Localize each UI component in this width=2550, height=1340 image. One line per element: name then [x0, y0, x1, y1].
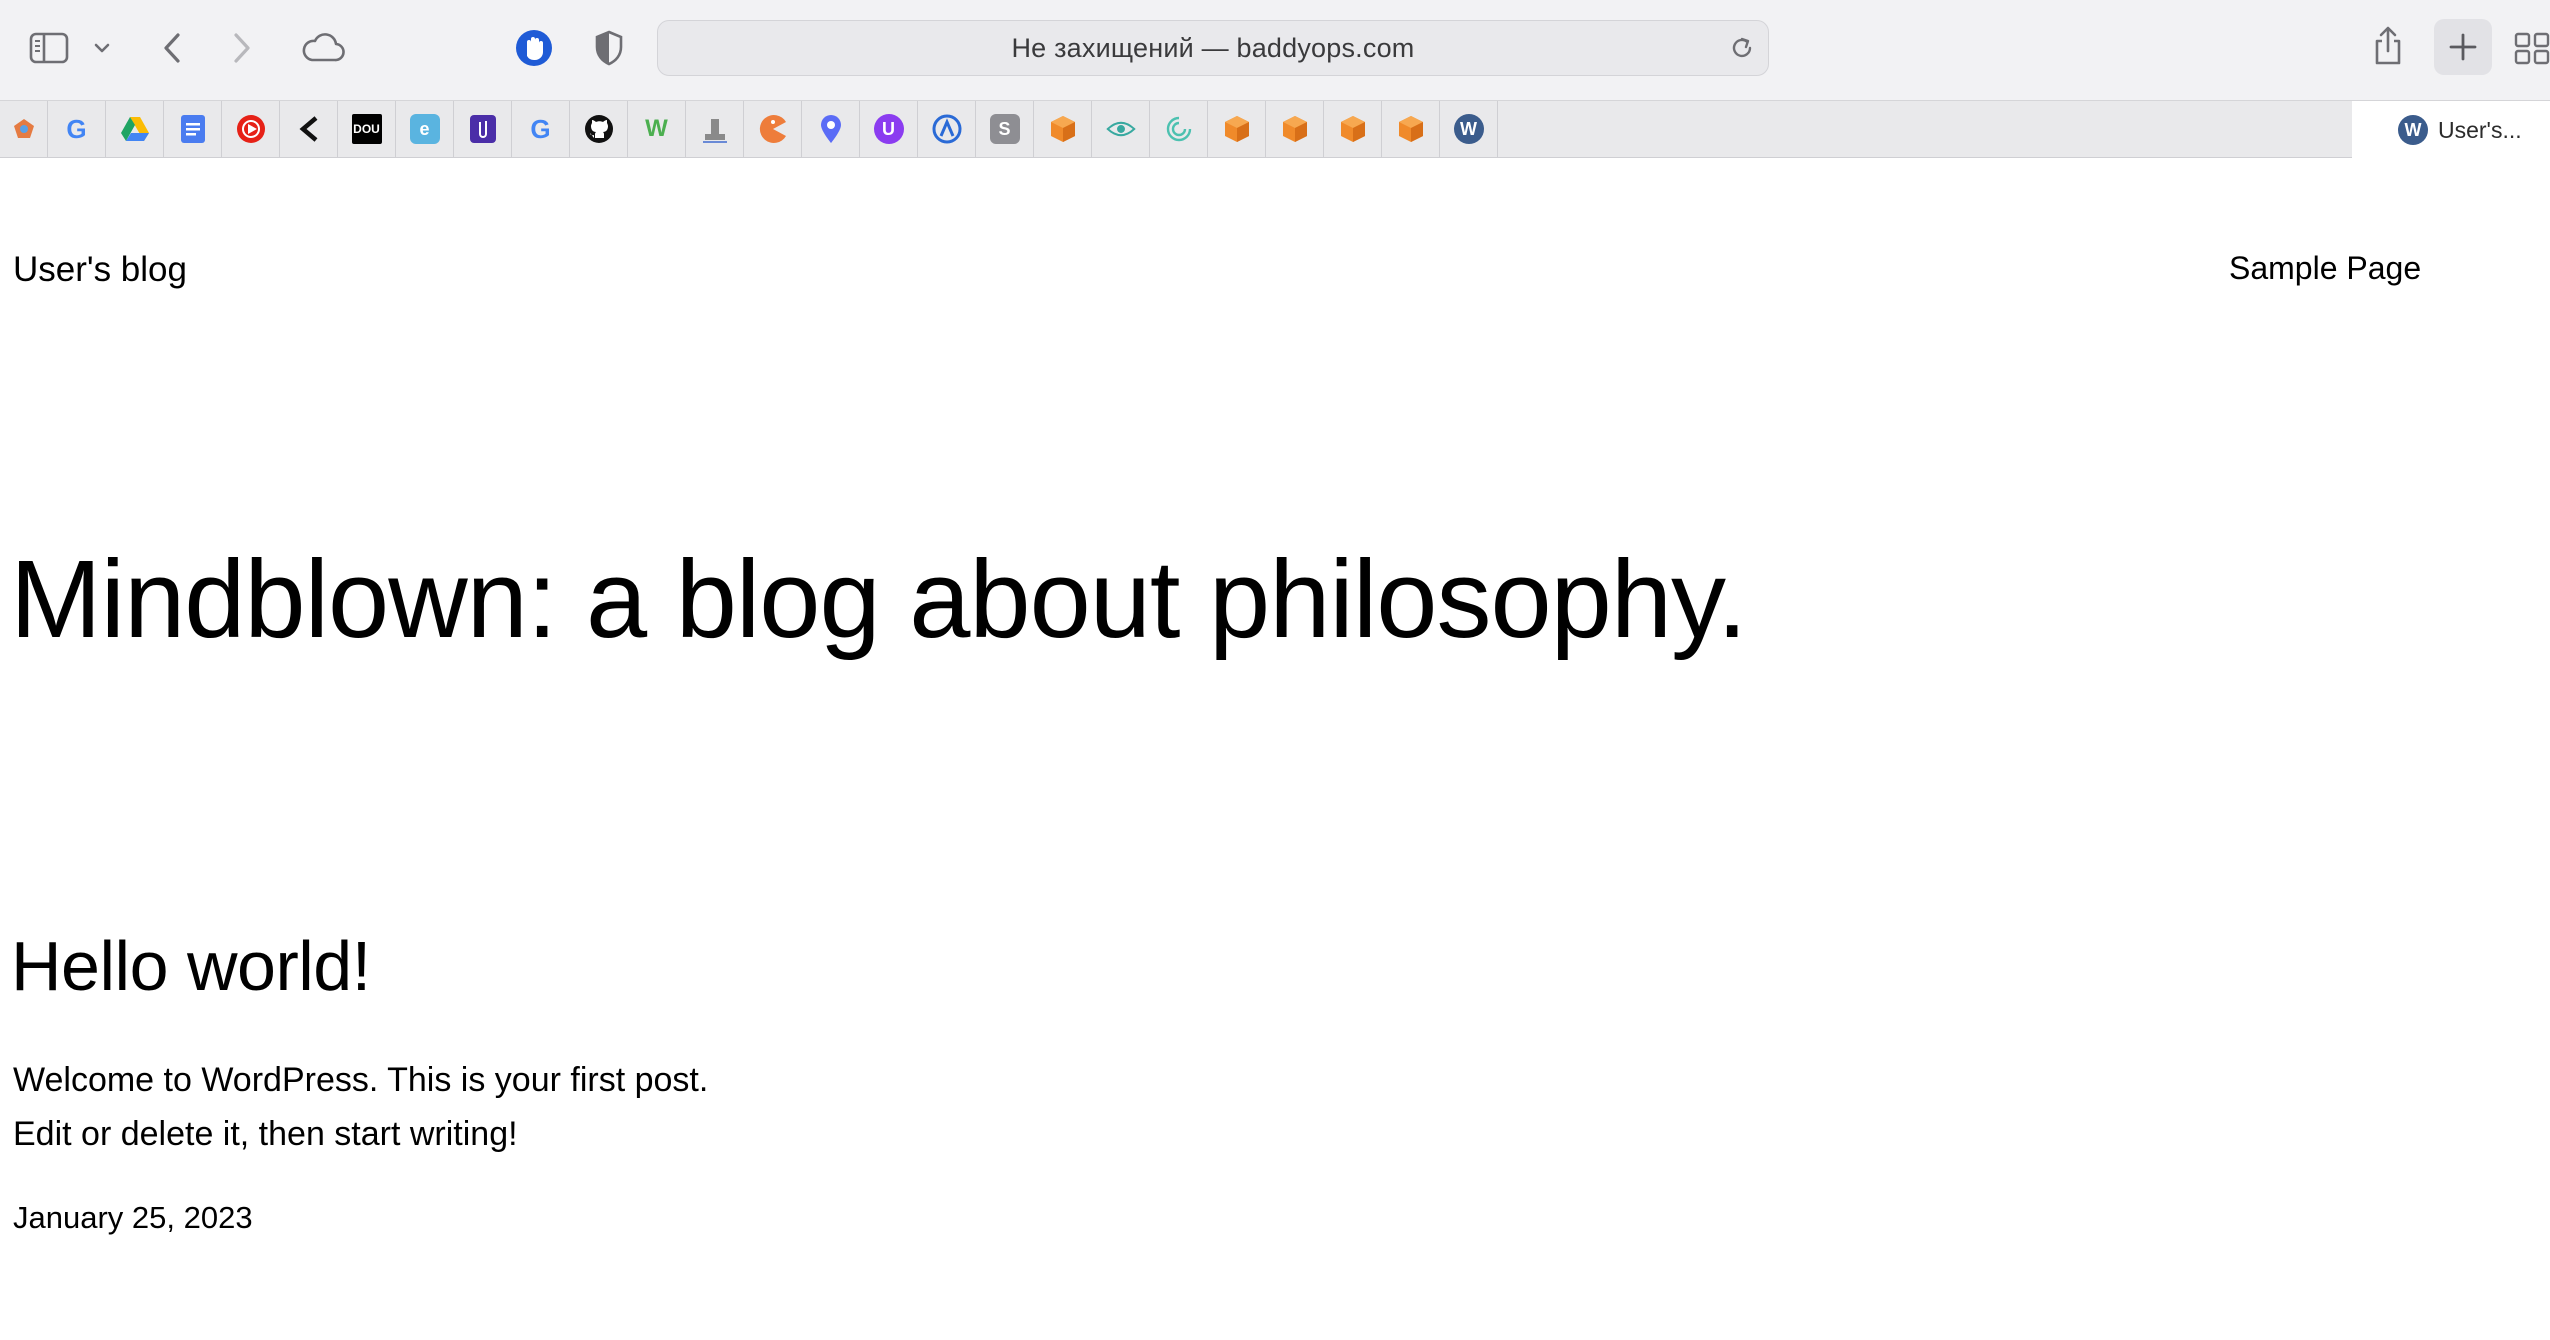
pinned-tab[interactable]: S — [976, 101, 1034, 157]
e-letter-icon: e — [409, 114, 440, 144]
google-translate-icon: G — [530, 114, 551, 144]
shield-icon[interactable] — [589, 26, 629, 70]
pinned-tab[interactable] — [1092, 101, 1150, 157]
pinned-tab[interactable] — [280, 101, 338, 157]
pinned-tab[interactable] — [1266, 101, 1324, 157]
google-icon: G — [66, 114, 87, 144]
pinned-tab[interactable]: G — [512, 101, 570, 157]
pinned-tab[interactable]: G — [48, 101, 106, 157]
tab-strip: G DOU e G W U S W W User's... — [0, 100, 2550, 159]
youtube-music-icon — [236, 114, 266, 144]
location-pin-icon — [816, 114, 846, 144]
share-icon[interactable] — [2368, 22, 2408, 70]
pinned-tab[interactable] — [686, 101, 744, 157]
hero-heading: Mindblown: a blog about philosophy. — [10, 538, 1747, 661]
web-page: User's blog Sample Page Mindblown: a blo… — [0, 158, 2550, 1340]
github-icon — [584, 114, 614, 144]
orange-cube-icon — [1396, 114, 1426, 144]
orange-cube-icon — [1280, 114, 1310, 144]
pinned-tab[interactable] — [1208, 101, 1266, 157]
u-badge-icon: U — [873, 114, 904, 144]
post-excerpt-line: Edit or delete it, then start writing! — [13, 1115, 518, 1153]
reload-icon[interactable] — [1728, 34, 1756, 62]
eye-icon — [1105, 114, 1136, 144]
cloud-icon[interactable] — [298, 28, 348, 68]
post-excerpt: Welcome to WordPress. This is your first… — [13, 1053, 813, 1161]
post-excerpt-line: Welcome to WordPress. This is your first… — [13, 1061, 709, 1099]
pinned-tab[interactable] — [1324, 101, 1382, 157]
sidebar-icon[interactable] — [26, 28, 72, 68]
pinned-tab[interactable]: W — [1440, 101, 1498, 157]
s-letter-icon: S — [989, 114, 1020, 144]
pinned-tabs: G DOU e G W U S W — [0, 101, 1498, 157]
pinned-tab[interactable] — [918, 101, 976, 157]
pacman-icon — [758, 114, 788, 144]
new-tab-button[interactable] — [2434, 19, 2492, 75]
hand-stop-icon[interactable] — [512, 26, 556, 70]
dou-icon: DOU — [351, 114, 382, 144]
chevron-logo-icon — [294, 114, 324, 144]
pinned-tab[interactable] — [222, 101, 280, 157]
address-bar[interactable]: Не захищений — baddyops.com — [657, 20, 1769, 76]
pinned-tab[interactable]: DOU — [338, 101, 396, 157]
back-icon[interactable] — [152, 26, 192, 70]
swirl-icon — [1164, 114, 1194, 144]
pinned-tab[interactable] — [454, 101, 512, 157]
browser-toolbar: Не захищений — baddyops.com — [0, 0, 2550, 100]
pinned-tab[interactable]: e — [396, 101, 454, 157]
pinned-tab[interactable]: W — [628, 101, 686, 157]
tab-users-blog[interactable]: W User's... — [2352, 101, 2550, 159]
pinned-tab[interactable] — [1034, 101, 1092, 157]
arc-logo-icon — [932, 114, 962, 144]
pinned-favicon-icon — [9, 114, 39, 144]
pinned-tab[interactable] — [1382, 101, 1440, 157]
paperclip-icon — [468, 114, 498, 144]
forward-icon[interactable] — [222, 26, 262, 70]
pinned-tab[interactable] — [164, 101, 222, 157]
active-tab-label: User's... — [2438, 116, 2522, 143]
stamp-icon — [700, 114, 730, 144]
pinned-tab[interactable] — [0, 101, 48, 157]
pinned-tab[interactable] — [744, 101, 802, 157]
chevron-down-icon[interactable] — [90, 36, 114, 60]
pinned-tab[interactable] — [802, 101, 860, 157]
tab-overview-icon[interactable] — [2512, 28, 2550, 68]
plus-icon — [2449, 33, 2477, 61]
wordpress-icon: W — [1453, 114, 1484, 144]
orange-cube-icon — [1048, 114, 1078, 144]
orange-cube-icon — [1338, 114, 1368, 144]
pinned-tab[interactable] — [1150, 101, 1208, 157]
pinned-tab[interactable] — [106, 101, 164, 157]
w3-icon: W — [645, 115, 668, 142]
post-title-link[interactable]: Hello world! — [11, 926, 371, 1006]
wordpress-icon: W — [2398, 115, 2428, 145]
pinned-tab[interactable]: U — [860, 101, 918, 157]
google-docs-icon — [178, 114, 208, 144]
site-title-link[interactable]: User's blog — [13, 250, 187, 290]
nav-sample-page-link[interactable]: Sample Page — [2229, 250, 2421, 287]
post-date: January 25, 2023 — [13, 1200, 253, 1235]
google-drive-icon — [120, 114, 150, 144]
pinned-tab[interactable] — [570, 101, 628, 157]
address-text: Не захищений — baddyops.com — [1011, 32, 1415, 63]
orange-cube-icon — [1222, 114, 1252, 144]
